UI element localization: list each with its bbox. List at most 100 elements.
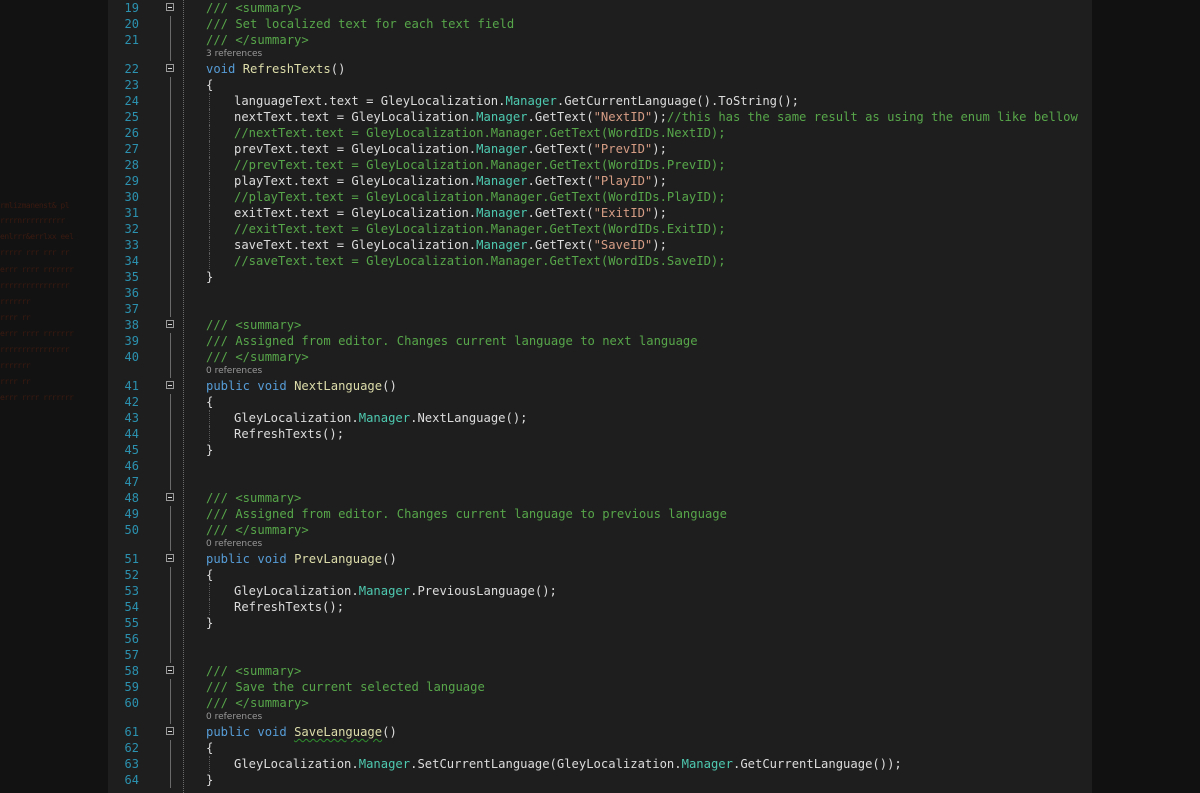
line-number: 20 [124, 17, 139, 31]
collapse-icon[interactable] [166, 666, 174, 674]
code-text[interactable]: void RefreshTexts() [206, 61, 345, 77]
code-text[interactable]: /// <summary> [206, 0, 301, 16]
collapse-icon[interactable] [166, 493, 174, 501]
code-token: nextText.text = GleyLocalization. [234, 110, 477, 124]
fold-region-line [170, 679, 171, 695]
code-token: ); [652, 238, 667, 252]
code-editor[interactable]: 19 /// <summary> 20 /// Set localized text … [108, 0, 1092, 793]
code-token: "NextID" [593, 110, 653, 124]
scrollbar-area[interactable] [1092, 0, 1200, 793]
code-token: GleyLocalization. [234, 411, 359, 425]
code-text[interactable]: //saveText.text = GleyLocalization.Manag… [234, 253, 726, 269]
indent-guide [209, 189, 210, 205]
code-line: 55} [108, 615, 1092, 631]
code-text[interactable]: } [206, 442, 213, 458]
code-text[interactable]: { [206, 740, 213, 756]
code-line: 59 /// Save the current selected language [108, 679, 1092, 695]
references-label[interactable]: 3 references [206, 48, 262, 61]
references-label[interactable]: 0 references [206, 365, 262, 378]
line-number: 55 [124, 616, 139, 630]
line-number: 35 [124, 270, 139, 284]
code-text[interactable]: /// </summary> [206, 695, 309, 711]
code-text[interactable]: GleyLocalization.Manager.SetCurrentLangu… [234, 756, 902, 772]
code-text[interactable]: public void PrevLanguage() [206, 551, 397, 567]
code-token: Manager [476, 142, 528, 156]
code-text[interactable]: //nextText.text = GleyLocalization.Manag… [234, 125, 726, 141]
references-label[interactable]: 0 references [206, 711, 262, 724]
code-line: 60 /// </summary> [108, 695, 1092, 711]
code-line: 48 /// <summary> [108, 490, 1092, 506]
code-text[interactable]: GleyLocalization.Manager.PreviousLanguag… [234, 583, 557, 599]
code-text[interactable]: /// Set localized text for each text fie… [206, 16, 514, 32]
code-text[interactable]: /// <summary> [206, 663, 301, 679]
collapse-icon[interactable] [166, 554, 174, 562]
code-text[interactable]: RefreshTexts(); [234, 599, 344, 615]
code-text[interactable]: RefreshTexts(); [234, 426, 344, 442]
code-text[interactable]: playText.text = GleyLocalization.Manager… [234, 173, 667, 189]
line-number: 53 [124, 584, 139, 598]
line-number: 48 [124, 491, 139, 505]
codelens-references[interactable]: 0 references [108, 365, 1092, 378]
code-text[interactable]: } [206, 772, 213, 788]
code-text[interactable]: /// </summary> [206, 522, 309, 538]
line-number: 33 [124, 238, 139, 252]
code-line: 34 //saveText.text = GleyLocalization.Man… [108, 253, 1092, 269]
code-text[interactable]: languageText.text = GleyLocalization.Man… [234, 93, 799, 109]
line-number: 24 [124, 94, 139, 108]
code-text[interactable]: //playText.text = GleyLocalization.Manag… [234, 189, 726, 205]
fold-region-line [170, 173, 171, 189]
code-text[interactable]: } [206, 615, 213, 631]
code-text[interactable]: } [206, 269, 213, 285]
fold-region-line [170, 349, 171, 365]
collapse-icon[interactable] [166, 727, 174, 735]
codelens-references[interactable]: 0 references [108, 538, 1092, 551]
fold-region-line [170, 583, 171, 599]
collapse-icon[interactable] [166, 381, 174, 389]
code-text[interactable]: /// </summary> [206, 32, 309, 48]
code-token: .NextLanguage(); [410, 411, 528, 425]
line-number: 41 [124, 379, 139, 393]
line-number: 61 [124, 725, 139, 739]
code-line: 30 //playText.text = GleyLocalization.Man… [108, 189, 1092, 205]
code-text[interactable]: /// Assigned from editor. Changes curren… [206, 333, 698, 349]
code-token: //saveText.text = GleyLocalization.Manag… [234, 254, 726, 268]
codelens-references[interactable]: 3 references [108, 48, 1092, 61]
code-text[interactable]: exitText.text = GleyLocalization.Manager… [234, 205, 667, 221]
line-number: 19 [124, 1, 139, 15]
line-number: 36 [124, 286, 139, 300]
codelens-references[interactable]: 0 references [108, 711, 1092, 724]
code-token: NextLanguage [294, 379, 383, 393]
code-text[interactable]: /// <summary> [206, 317, 301, 333]
code-text[interactable]: saveText.text = GleyLocalization.Manager… [234, 237, 667, 253]
code-token: .GetText( [527, 206, 594, 220]
code-line: 62 { [108, 740, 1092, 756]
fold-region-line [170, 567, 171, 583]
fold-region-line [170, 474, 171, 490]
code-text[interactable]: public void SaveLanguage() [206, 724, 397, 740]
collapse-icon[interactable] [166, 320, 174, 328]
code-text[interactable]: nextText.text = GleyLocalization.Manager… [234, 109, 1078, 125]
fold-region-line [170, 157, 171, 173]
code-text[interactable]: //prevText.text = GleyLocalization.Manag… [234, 157, 726, 173]
fold-region-line [170, 269, 171, 285]
indent-guide [209, 410, 210, 426]
fold-region-line [170, 221, 171, 237]
code-text[interactable]: /// </summary> [206, 349, 309, 365]
code-text[interactable]: /// Assigned from editor. Changes curren… [206, 506, 727, 522]
code-text[interactable]: { [206, 77, 213, 93]
code-text[interactable]: { [206, 394, 213, 410]
code-text[interactable]: public void NextLanguage() [206, 378, 397, 394]
code-text[interactable]: /// Save the current selected language [206, 679, 485, 695]
references-label[interactable]: 0 references [206, 538, 262, 551]
code-text[interactable]: prevText.text = GleyLocalization.Manager… [234, 141, 667, 157]
code-text[interactable]: GleyLocalization.Manager.NextLanguage(); [234, 410, 528, 426]
collapse-icon[interactable] [166, 3, 174, 11]
code-text[interactable]: /// <summary> [206, 490, 301, 506]
collapse-icon[interactable] [166, 64, 174, 72]
code-lines[interactable]: 19 /// <summary> 20 /// Set localized text … [108, 0, 1092, 788]
code-line: 32 //exitText.text = GleyLocalization.Man… [108, 221, 1092, 237]
code-text[interactable]: { [206, 567, 213, 583]
line-number: 62 [124, 741, 139, 755]
code-line: 63 GleyLocalization.Manager.SetCurrentLan… [108, 756, 1092, 772]
code-text[interactable]: //exitText.text = GleyLocalization.Manag… [234, 221, 726, 237]
